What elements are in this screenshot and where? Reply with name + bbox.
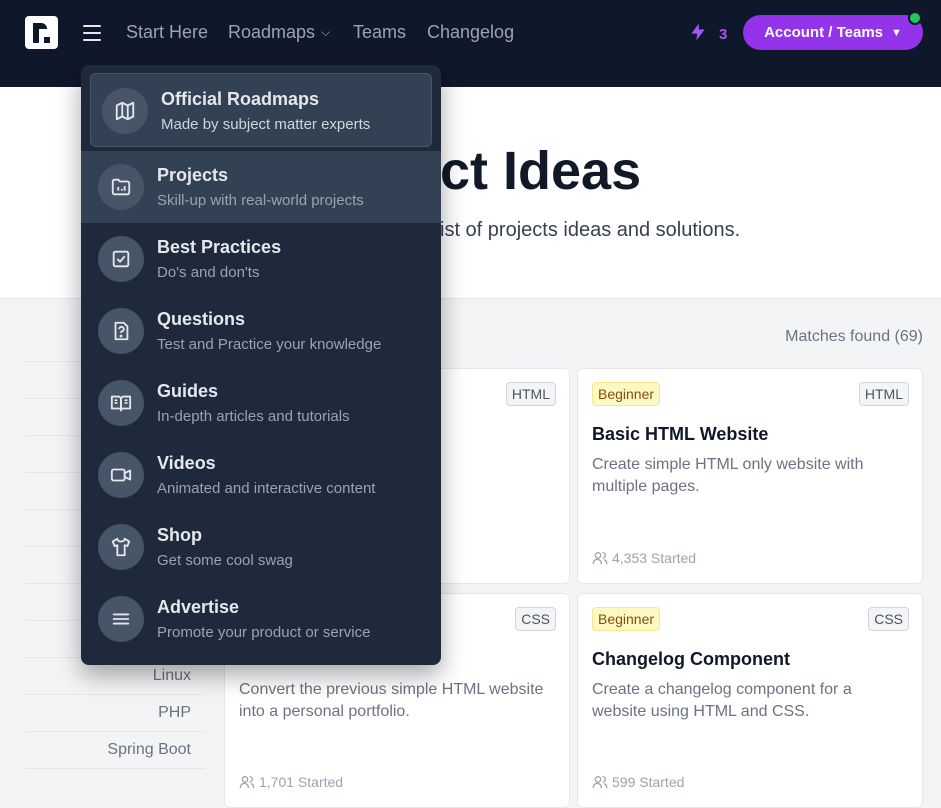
tech-badge: CSS [868, 607, 909, 631]
started-count: 4,353 Started [592, 550, 696, 566]
menu-item-subtitle: Test and Practice your knowledge [157, 336, 382, 353]
project-card[interactable]: Beginner CSS Changelog Component Create … [577, 593, 923, 808]
menu-item-subtitle: Animated and interactive content [157, 480, 376, 497]
started-label: 1,701 Started [259, 774, 344, 790]
menu-item-subtitle: Skill-up with real-world projects [157, 192, 364, 209]
level-badge: Beginner [592, 607, 661, 631]
streak-counter[interactable]: 3 [688, 22, 727, 44]
book-open-icon [98, 380, 144, 426]
menu-item-questions[interactable]: Questions Test and Practice your knowled… [81, 295, 441, 367]
hamburger-menu-icon[interactable] [83, 25, 101, 41]
shirt-icon [98, 524, 144, 570]
nav-roadmaps[interactable]: Roadmaps ⌵ [228, 22, 330, 43]
card-description: Create a changelog component for a websi… [592, 681, 852, 720]
menu-item-title: Official Roadmaps [161, 89, 320, 109]
video-icon [98, 452, 144, 498]
tech-badge: HTML [505, 382, 556, 406]
sidebar-item-spring-boot[interactable]: Spring Boot [25, 732, 205, 769]
folder-chart-icon [98, 164, 144, 210]
menu-item-best-practices[interactable]: Best Practices Do's and don'ts [81, 223, 441, 295]
menu-item-subtitle: In-depth articles and tutorials [157, 408, 350, 425]
logo-r-arm [33, 23, 47, 29]
project-card[interactable]: Beginner HTML Basic HTML Website Create … [577, 368, 923, 584]
menu-item-shop[interactable]: Shop Get some cool swag [81, 511, 441, 583]
menu-item-title: Advertise [157, 597, 240, 617]
menu-item-subtitle: Get some cool swag [157, 552, 293, 569]
started-label: 599 Started [612, 774, 685, 790]
menu-item-official-roadmaps[interactable]: Official Roadmaps Made by subject matter… [90, 73, 432, 147]
users-icon [592, 552, 608, 564]
tech-badge: CSS [515, 607, 556, 631]
menu-item-title: Shop [157, 525, 202, 545]
menu-item-subtitle: Made by subject matter experts [161, 116, 371, 133]
account-teams-button[interactable]: Account / Teams ▼ [743, 15, 923, 50]
check-square-icon [98, 236, 144, 282]
card-description: Create simple HTML only website with mul… [592, 456, 864, 495]
matches-count: Matches found (69) [785, 328, 923, 345]
menu-item-title: Best Practices [157, 237, 282, 257]
nav-roadmaps-label: Roadmaps [228, 22, 316, 42]
account-label: Account / Teams [764, 24, 884, 41]
started-count: 599 Started [592, 774, 684, 790]
question-file-icon [98, 308, 144, 354]
card-title: Changelog Component [592, 649, 790, 669]
chevron-down-icon: ▼ [891, 26, 902, 39]
map-icon [102, 88, 148, 134]
users-icon [592, 776, 608, 788]
menu-item-title: Videos [157, 453, 216, 473]
page-subtitle: ist of projects ideas and solutions. [440, 219, 741, 241]
menu-item-subtitle: Promote your product or service [157, 624, 371, 641]
menu-item-title: Questions [157, 309, 246, 329]
sidebar-item-php[interactable]: PHP [25, 695, 205, 732]
nav-teams[interactable]: Teams [353, 22, 406, 43]
menu-item-projects[interactable]: Projects Skill-up with real-world projec… [81, 151, 441, 223]
users-icon [239, 776, 255, 788]
card-title: Basic HTML Website [592, 424, 769, 444]
tech-badge: HTML [858, 382, 909, 406]
chevron-down-icon: ⌵ [321, 25, 331, 39]
started-count: 1,701 Started [239, 774, 343, 790]
level-badge: Beginner [592, 382, 661, 406]
menu-item-videos[interactable]: Videos Animated and interactive content [81, 439, 441, 511]
online-status-dot [908, 11, 922, 25]
menu-item-subtitle: Do's and don'ts [157, 264, 260, 281]
page-title: ct Ideas [440, 141, 642, 201]
menu-item-guides[interactable]: Guides In-depth articles and tutorials [81, 367, 441, 439]
roadmap-logo[interactable] [25, 16, 58, 49]
card-description: Convert the previous simple HTML website… [239, 681, 544, 720]
started-label: 4,353 Started [612, 550, 697, 566]
logo-dot [44, 37, 50, 43]
menu-item-title: Guides [157, 381, 219, 401]
menu-item-title: Projects [157, 165, 229, 185]
nav-changelog[interactable]: Changelog [427, 22, 514, 43]
menu-item-advertise[interactable]: Advertise Promote your product or servic… [81, 583, 441, 655]
nav-start-here[interactable]: Start Here [126, 22, 208, 43]
lightning-icon [691, 23, 705, 41]
roadmaps-dropdown-menu: Official Roadmaps Made by subject matter… [81, 65, 441, 665]
streak-count: 3 [719, 26, 728, 43]
menu-lines-icon [98, 596, 144, 642]
